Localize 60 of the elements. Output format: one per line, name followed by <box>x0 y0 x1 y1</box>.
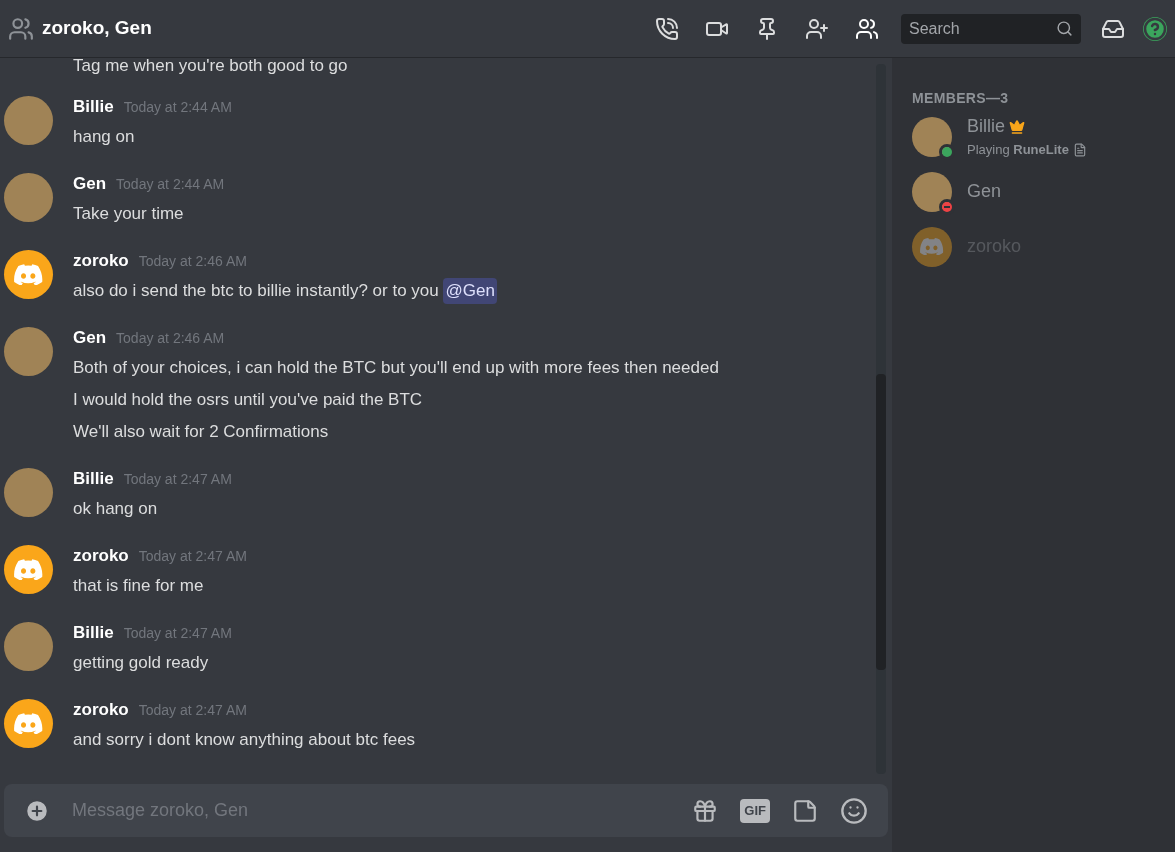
message-timestamp: Today at 2:46 AM <box>116 329 225 348</box>
author-name[interactable]: Billie <box>73 94 114 120</box>
avatar-photo-placeholder <box>4 327 53 376</box>
author-name[interactable]: zoroko <box>73 543 129 569</box>
default-avatar <box>912 226 952 267</box>
message-timestamp: Today at 2:44 AM <box>123 98 232 117</box>
message-timestamp: Today at 2:47 AM <box>123 624 232 643</box>
gift-icon[interactable] <box>692 797 719 824</box>
member-item[interactable]: Billie Playing RuneLite <box>912 109 1155 164</box>
rich-presence-icon <box>1072 143 1087 157</box>
author-name[interactable]: Gen <box>73 325 107 351</box>
member-name: Billie <box>967 115 1005 139</box>
message-timestamp: Today at 2:46 AM <box>138 252 247 271</box>
default-avatar <box>4 699 53 748</box>
avatar-photo-placeholder <box>912 116 952 157</box>
avatar-photo-placeholder <box>4 468 53 517</box>
sticker-icon[interactable] <box>792 797 818 824</box>
message-text: I would hold the osrs until you've paid the BTC <box>73 389 423 412</box>
message-text: Take your time <box>73 203 184 226</box>
default-avatar <box>4 545 53 594</box>
add-user-icon[interactable] <box>805 16 829 41</box>
message-text: Tag me when you're both good to go <box>73 56 349 76</box>
message-text: and sorry i dont know anything about btc fees <box>73 729 416 752</box>
author-name[interactable]: Billie <box>73 466 114 492</box>
avatar-photo-placeholder <box>4 622 53 671</box>
avatar-photo-placeholder <box>912 171 952 212</box>
member-activity: Playing RuneLite <box>967 141 1069 160</box>
default-avatar <box>4 250 53 299</box>
emoji-icon[interactable] <box>840 796 868 825</box>
search-icon <box>1056 19 1073 37</box>
message-text: that is fine for me <box>73 575 204 598</box>
message-text: also do i send the btc to billie instantly? or to you <box>73 280 440 303</box>
gif-button[interactable]: GIF <box>740 798 770 823</box>
message-text: We'll also wait for 2 Confirmations <box>73 421 329 444</box>
message-timestamp: Today at 2:47 AM <box>123 470 232 489</box>
channel-title: zoroko, Gen <box>42 16 152 41</box>
author-name[interactable]: Billie <box>73 620 114 646</box>
member-name: Gen <box>967 180 1002 203</box>
message-text: Both of your choices, i can hold the BTC but you'll end up with more fees then needed <box>73 357 719 380</box>
avatar-photo-placeholder <box>4 96 53 145</box>
message-timestamp: Today at 2:44 AM <box>116 175 225 194</box>
author-name[interactable]: zoroko <box>73 248 129 274</box>
author-name[interactable]: zoroko <box>73 697 129 723</box>
member-item[interactable]: Gen <box>912 164 1155 219</box>
message-timestamp: Today at 2:47 AM <box>138 547 247 566</box>
phone-call-icon[interactable] <box>655 16 679 41</box>
message-text: getting gold ready <box>73 652 209 675</box>
member-list-icon[interactable] <box>855 16 879 41</box>
author-name[interactable]: Gen <box>73 171 107 197</box>
message-text: hang on <box>73 126 135 149</box>
members-heading: MEMBERS—3 <box>912 89 1010 108</box>
message-timestamp: Today at 2:47 AM <box>138 701 247 720</box>
scrollbar-thumb[interactable] <box>876 374 886 670</box>
user-mention[interactable]: @Gen <box>443 278 497 304</box>
users-icon <box>8 15 34 42</box>
message-text: ok hang on <box>73 498 158 521</box>
scrollbar-track[interactable] <box>876 64 886 774</box>
help-icon[interactable] <box>1143 16 1167 41</box>
avatar-photo-placeholder <box>4 173 53 222</box>
search-field[interactable]: Search <box>901 13 1081 44</box>
